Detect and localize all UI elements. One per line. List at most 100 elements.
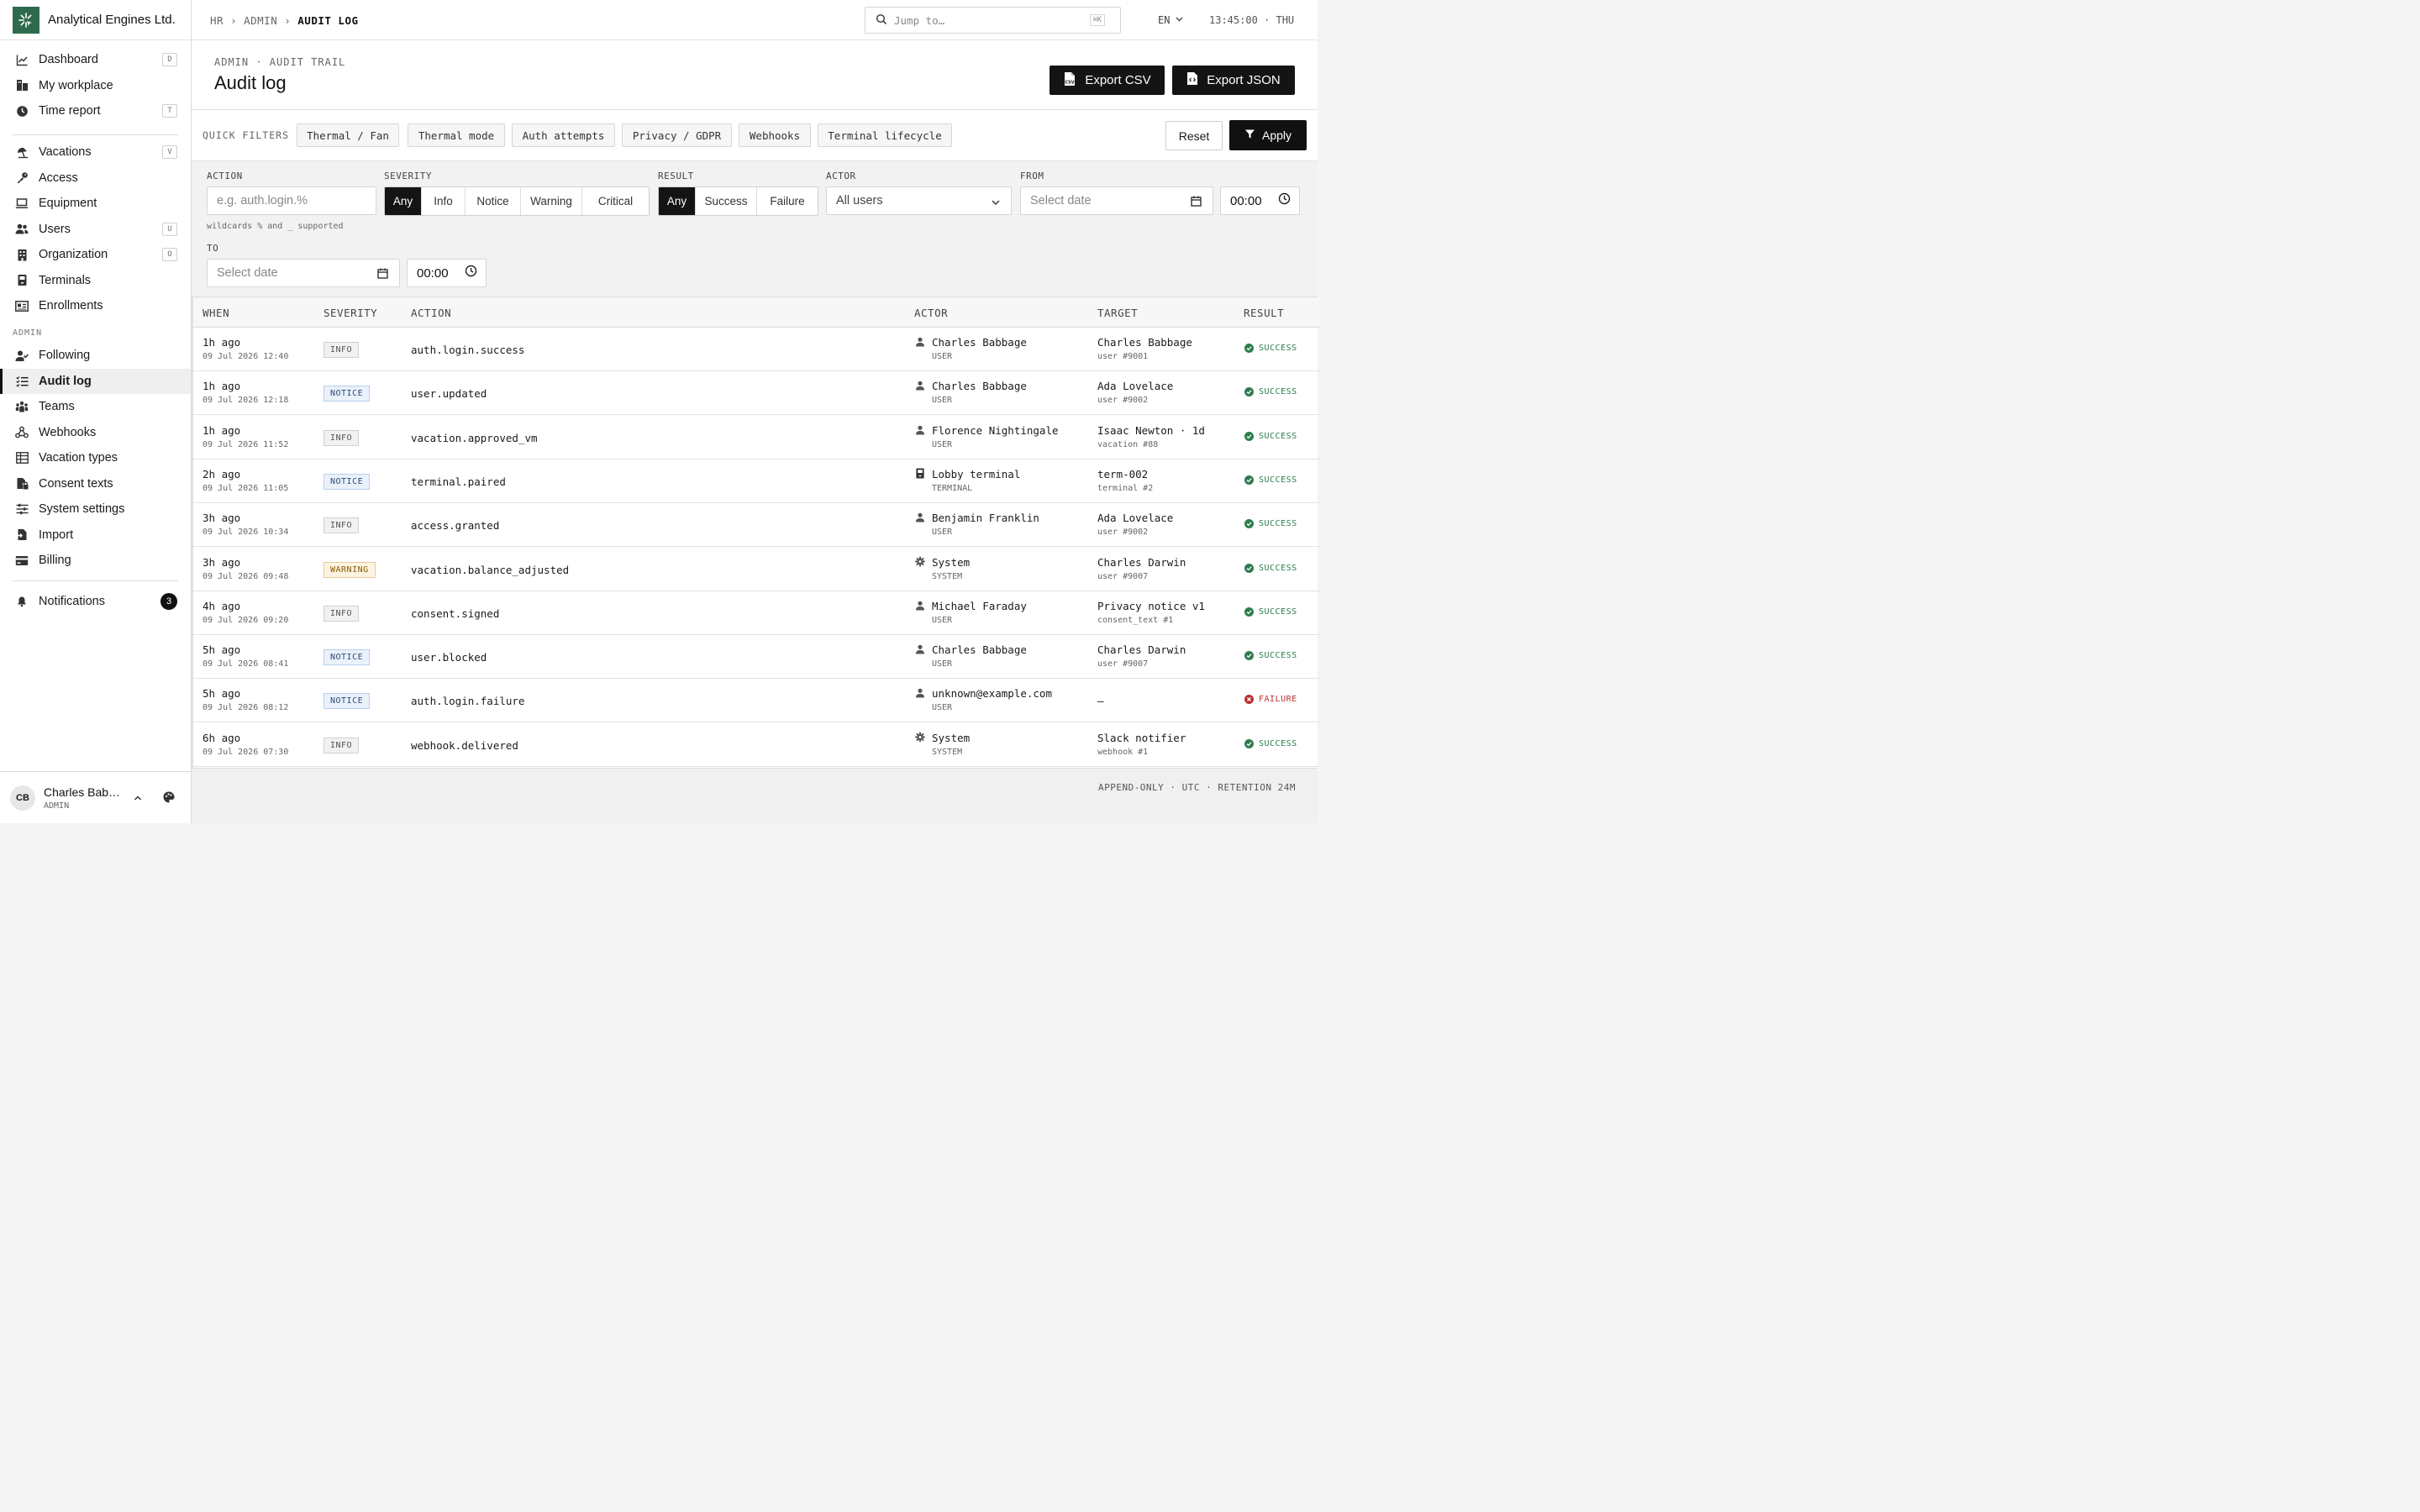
sidebar-item-label: Enrollments bbox=[39, 299, 103, 312]
result-option-failure[interactable]: Failure bbox=[757, 187, 818, 215]
sidebar-item-access[interactable]: Access bbox=[0, 165, 191, 191]
cell-actor[interactable]: unknown@example.com bbox=[932, 687, 1052, 700]
sidebar-item-billing[interactable]: Billing bbox=[0, 548, 191, 573]
severity-option-notice[interactable]: Notice bbox=[466, 187, 521, 215]
result-option-any[interactable]: Any bbox=[659, 187, 696, 215]
breadcrumb-item[interactable]: ADMIN bbox=[244, 14, 277, 27]
severity-option-warning[interactable]: Warning bbox=[521, 187, 582, 215]
table-row[interactable]: 3h ago 09 Jul 2026 09:48 WARNING vacation.b… bbox=[193, 548, 1319, 591]
to-filter-label: TO bbox=[207, 243, 219, 254]
result-badge: SUCCESS bbox=[1244, 475, 1297, 485]
cell-target[interactable]: Privacy notice v1 bbox=[1097, 600, 1205, 612]
chevron-up-icon[interactable] bbox=[133, 792, 143, 806]
sidebar-item-audit-log[interactable]: Audit log bbox=[0, 368, 191, 394]
cell-actor[interactable]: Charles Babbage bbox=[932, 643, 1027, 656]
apply-button[interactable]: Apply bbox=[1229, 120, 1307, 150]
cell-target[interactable]: Charles Darwin bbox=[1097, 556, 1186, 569]
cell-target[interactable]: Isaac Newton · 1d bbox=[1097, 424, 1205, 437]
check-circle-icon bbox=[1244, 475, 1254, 485]
export-json-button[interactable]: Export JSON bbox=[1172, 66, 1295, 95]
column-header-actor[interactable]: ACTOR bbox=[914, 307, 948, 319]
sidebar-item-time-report[interactable]: Time report T bbox=[0, 98, 191, 123]
palette-icon[interactable] bbox=[162, 790, 176, 806]
to-time-input[interactable]: 00:00 bbox=[407, 259, 487, 287]
quick-filter-chip[interactable]: Privacy / GDPR bbox=[622, 123, 732, 147]
cell-target[interactable]: Charles Babbage bbox=[1097, 336, 1192, 349]
cell-actor[interactable]: Florence Nightingale bbox=[932, 424, 1059, 437]
result-badge: SUCCESS bbox=[1244, 344, 1297, 353]
cell-actor[interactable]: Charles Babbage bbox=[932, 380, 1027, 392]
sidebar-item-users[interactable]: Users U bbox=[0, 217, 191, 242]
cell-target[interactable]: — bbox=[1097, 695, 1104, 707]
export-csv-button[interactable]: CSV Export CSV bbox=[1050, 66, 1165, 95]
result-option-success[interactable]: Success bbox=[696, 187, 757, 215]
sidebar-item-vacations[interactable]: Vacations V bbox=[0, 139, 191, 165]
cell-target[interactable]: Charles Darwin bbox=[1097, 643, 1186, 656]
cell-actor[interactable]: Lobby terminal bbox=[932, 468, 1020, 480]
result-label: SUCCESS bbox=[1259, 606, 1297, 617]
severity-option-any[interactable]: Any bbox=[385, 187, 422, 215]
quick-filter-chip[interactable]: Terminal lifecycle bbox=[818, 123, 952, 147]
reset-button[interactable]: Reset bbox=[1165, 121, 1223, 150]
sidebar-item-my-workplace[interactable]: My workplace bbox=[0, 73, 191, 98]
table-row[interactable]: 6h ago 09 Jul 2026 07:30 INFO webhook.deliv… bbox=[193, 723, 1319, 767]
cell-target-detail: terminal #2 bbox=[1097, 483, 1154, 493]
cell-target[interactable]: Slack notifier bbox=[1097, 732, 1186, 744]
result-label: SUCCESS bbox=[1259, 344, 1297, 353]
sidebar-item-import[interactable]: Import bbox=[0, 522, 191, 548]
language-select[interactable]: EN bbox=[1158, 14, 1184, 26]
action-filter-input[interactable]: e.g. auth.login.% bbox=[207, 186, 376, 215]
column-header-result[interactable]: RESULT bbox=[1244, 307, 1284, 319]
from-date-input[interactable]: Select date bbox=[1020, 186, 1213, 215]
cell-target[interactable]: Ada Lovelace bbox=[1097, 512, 1173, 524]
table-row[interactable]: 1h ago 09 Jul 2026 12:18 NOTICE user.update… bbox=[193, 371, 1319, 416]
quick-filter-chip[interactable]: Webhooks bbox=[739, 123, 811, 147]
sidebar-item-consent-texts[interactable]: Consent texts bbox=[0, 471, 191, 496]
cell-actor[interactable]: System bbox=[932, 556, 970, 569]
breadcrumb-item[interactable]: HR bbox=[210, 14, 224, 27]
cell-action: auth.login.success bbox=[411, 344, 525, 356]
quick-filter-chip[interactable]: Auth attempts bbox=[512, 123, 615, 147]
sidebar-item-label: Notifications bbox=[39, 595, 105, 608]
sidebar-item-webhooks[interactable]: Webhooks bbox=[0, 420, 191, 445]
cell-actor[interactable]: Benjamin Franklin bbox=[932, 512, 1039, 524]
sidebar-item-teams[interactable]: Teams bbox=[0, 394, 191, 419]
sidebar-item-vacation-types[interactable]: Vacation types bbox=[0, 445, 191, 470]
search-input[interactable]: Jump to… ⌘K bbox=[865, 7, 1121, 34]
sidebar-item-dashboard[interactable]: Dashboard D bbox=[0, 47, 191, 72]
cell-actor[interactable]: Charles Babbage bbox=[932, 336, 1027, 349]
table-row[interactable]: 1h ago 09 Jul 2026 11:52 INFO vacation.appr… bbox=[193, 416, 1319, 459]
table-row[interactable]: 4h ago 09 Jul 2026 09:20 INFO consent.signe… bbox=[193, 591, 1319, 635]
user-menu[interactable]: CB Charles Bab… ADMIN bbox=[0, 771, 191, 823]
actor-select[interactable]: All users bbox=[826, 186, 1012, 215]
column-header-when[interactable]: WHEN bbox=[203, 307, 229, 319]
cell-target[interactable]: term-002 bbox=[1097, 468, 1148, 480]
severity-option-info[interactable]: Info bbox=[422, 187, 466, 215]
column-header-target[interactable]: TARGET bbox=[1097, 307, 1138, 319]
sidebar-item-organization[interactable]: Organization O bbox=[0, 242, 191, 267]
check-circle-icon bbox=[1244, 344, 1254, 353]
sidebar-item-system-settings[interactable]: System settings bbox=[0, 496, 191, 522]
sidebar-item-following[interactable]: Following bbox=[0, 343, 191, 368]
table-row[interactable]: 1h ago 09 Jul 2026 12:40 INFO auth.login.su… bbox=[193, 328, 1319, 371]
column-header-action[interactable]: ACTION bbox=[411, 307, 451, 319]
table-row[interactable]: 3h ago 09 Jul 2026 10:34 INFO access.grante… bbox=[193, 503, 1319, 548]
brand[interactable]: Analytical Engines Ltd. bbox=[0, 0, 191, 40]
cell-actor[interactable]: System bbox=[932, 732, 970, 744]
quick-filter-chip[interactable]: Thermal mode bbox=[408, 123, 505, 147]
table-row[interactable]: 2h ago 09 Jul 2026 11:05 NOTICE terminal.pa… bbox=[193, 459, 1319, 503]
quick-filter-chip[interactable]: Thermal / Fan bbox=[297, 123, 399, 147]
sidebar-item-enrollments[interactable]: Enrollments bbox=[0, 293, 191, 318]
to-time-value: 00:00 bbox=[417, 265, 449, 281]
table-row[interactable]: 5h ago 09 Jul 2026 08:41 NOTICE user.blocke… bbox=[193, 635, 1319, 680]
cell-actor[interactable]: Michael Faraday bbox=[932, 600, 1027, 612]
sidebar-item-terminals[interactable]: Terminals bbox=[0, 268, 191, 293]
from-time-input[interactable]: 00:00 bbox=[1220, 186, 1300, 215]
sidebar-item-notifications[interactable]: Notifications 3 bbox=[0, 589, 191, 614]
to-date-input[interactable]: Select date bbox=[207, 259, 400, 287]
cell-target[interactable]: Ada Lovelace bbox=[1097, 380, 1173, 392]
column-header-severity[interactable]: SEVERITY bbox=[324, 307, 377, 319]
sidebar-item-equipment[interactable]: Equipment bbox=[0, 191, 191, 216]
table-row[interactable]: 5h ago 09 Jul 2026 08:12 NOTICE auth.login.… bbox=[193, 679, 1319, 723]
severity-option-critical[interactable]: Critical bbox=[582, 187, 649, 215]
